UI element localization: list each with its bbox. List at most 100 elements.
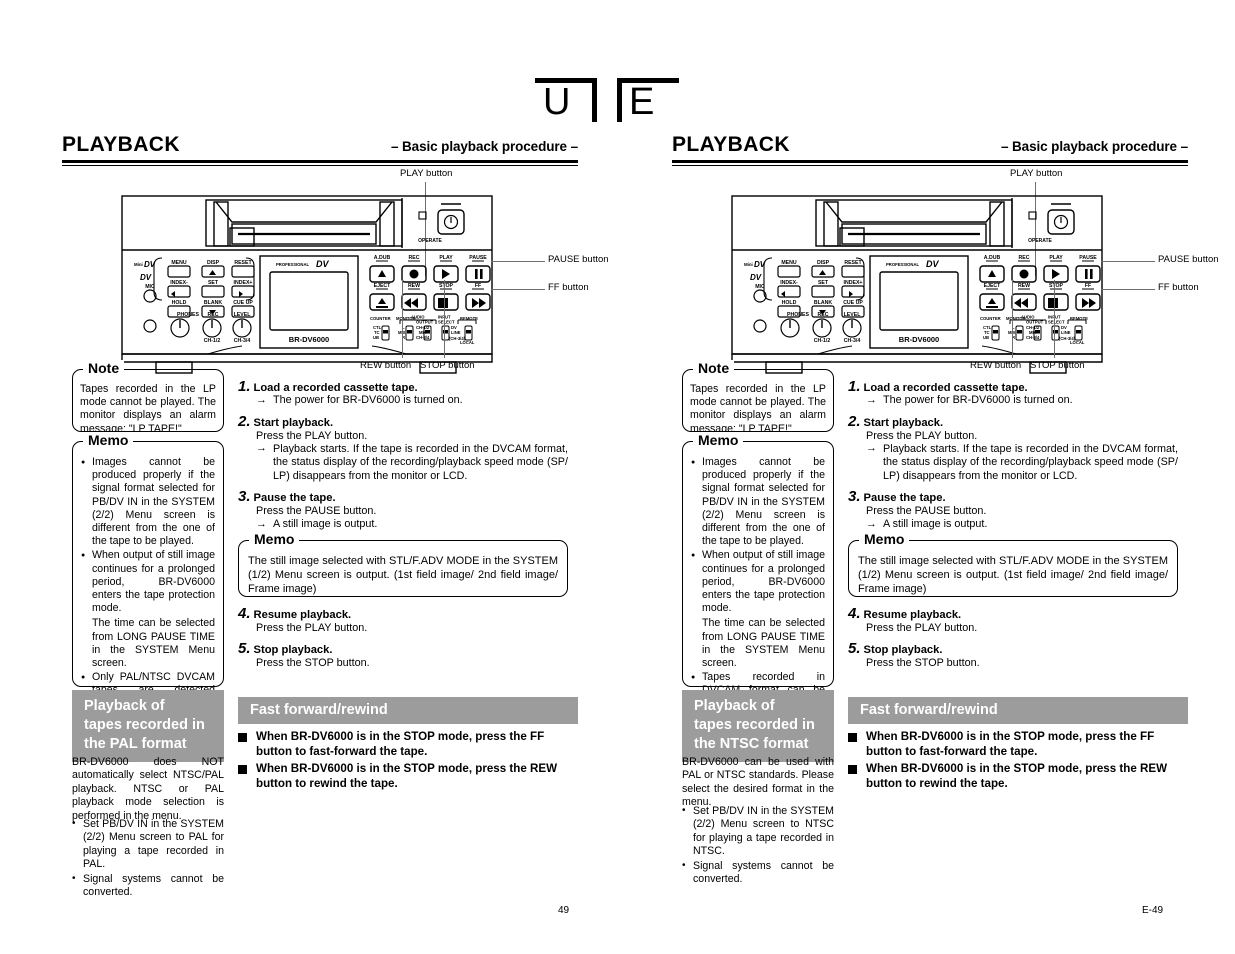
- header-rule-thick: [62, 160, 578, 163]
- svg-text:PAUSE: PAUSE: [469, 255, 487, 261]
- svg-text:SET: SET: [208, 280, 219, 286]
- memo-inline-body: The still image selected with STL/F.ADV …: [858, 554, 1168, 595]
- svg-text:LEVEL: LEVEL: [234, 312, 252, 318]
- step-result: Playback starts. If the tape is recorded…: [866, 442, 1178, 484]
- svg-text:CH-3/4: CH-3/4: [234, 338, 251, 344]
- ff-section-heading: Fast forward/rewind: [238, 697, 578, 724]
- header-rule-thin: [62, 164, 578, 166]
- list-item: When BR-DV6000 is in the STOP mode, pres…: [848, 762, 1188, 791]
- svg-text:INDEX-: INDEX-: [780, 280, 798, 286]
- header-rule-thin: [672, 164, 1188, 166]
- svg-text:REMOTE: REMOTE: [1070, 316, 1088, 321]
- svg-text:DV: DV: [140, 273, 152, 282]
- svg-text:STOP: STOP: [439, 283, 454, 289]
- svg-text:LINE: LINE: [451, 330, 461, 335]
- step-instruction: Press the PLAY button.: [256, 429, 368, 442]
- svg-text:Mini: Mini: [134, 262, 143, 267]
- svg-text:FF: FF: [475, 283, 481, 289]
- svg-text:RESET: RESET: [844, 260, 862, 266]
- svg-text:MENU: MENU: [171, 260, 187, 266]
- leader-line-ff: [1101, 289, 1155, 291]
- note-box: Note Tapes recorded in the LP mode canno…: [72, 360, 224, 435]
- svg-text:BR-DV6000: BR-DV6000: [289, 335, 329, 344]
- svg-text:DISP: DISP: [817, 260, 830, 266]
- svg-text:PHONES: PHONES: [787, 312, 809, 318]
- callout-pause-label: PAUSE button: [1158, 254, 1219, 265]
- page-number: E-49: [1142, 905, 1164, 916]
- svg-text:BR-DV6000: BR-DV6000: [899, 335, 939, 344]
- svg-text:Mini: Mini: [744, 262, 753, 267]
- step-instruction: Press the PLAY button.: [866, 429, 978, 442]
- svg-text:COUNTER: COUNTER: [980, 316, 1001, 321]
- svg-text:CH-1/2: CH-1/2: [814, 338, 831, 344]
- list-item: Images cannot be produced properly if th…: [691, 455, 825, 548]
- memo-inline-box: Memo The still image selected with STL/F…: [238, 530, 568, 597]
- memo-side-list: Images cannot be produced properly if th…: [73, 442, 223, 724]
- step-instruction: Press the PAUSE button.: [866, 505, 987, 518]
- callout-rew-label: REW button: [360, 360, 412, 371]
- svg-text:MIC: MIC: [755, 284, 765, 290]
- callout-stop-label: STOP button: [1030, 360, 1085, 371]
- svg-text:LOCAL: LOCAL: [1070, 340, 1085, 345]
- svg-text:REC: REC: [1019, 255, 1030, 261]
- svg-text:LEVEL: LEVEL: [844, 312, 862, 318]
- step-instruction: Press the STOP button.: [866, 656, 980, 669]
- callout-play-label: PLAY button: [1010, 168, 1063, 179]
- device-illustration: MENU DISP RESET INDEX- SET INDEX+ HOLD BLANK C…: [731, 195, 1103, 374]
- step-title: Start playback.: [253, 416, 334, 429]
- svg-text:SELECT: SELECT: [1048, 320, 1065, 325]
- step-number: 3.: [848, 488, 861, 506]
- step-result: A still image is output.: [256, 518, 568, 532]
- step-number: 1.: [848, 378, 861, 395]
- list-item: When BR-DV6000 is in the STOP mode, pres…: [238, 762, 578, 791]
- svg-text:DV: DV: [144, 260, 156, 269]
- note-body: Tapes recorded in the LP mode cannot be …: [80, 383, 216, 435]
- leader-line-pause: [491, 261, 545, 263]
- note-body: Tapes recorded in the LP mode cannot be …: [690, 383, 826, 435]
- svg-text:DV: DV: [754, 260, 766, 269]
- callout-pause-label: PAUSE button: [548, 254, 609, 265]
- callout-ff-label: FF button: [548, 282, 589, 293]
- svg-text:BLANK: BLANK: [814, 300, 832, 306]
- svg-text:HOLD: HOLD: [782, 300, 797, 306]
- svg-text:REC: REC: [818, 312, 829, 318]
- page-half-left: PLAYBACK – Basic playback procedure – PL…: [62, 0, 662, 954]
- svg-text:MIC: MIC: [145, 284, 155, 290]
- svg-text:DV: DV: [750, 273, 762, 282]
- svg-text:REC: REC: [409, 255, 420, 261]
- page-title: PLAYBACK: [62, 133, 180, 156]
- step-title: Stop playback.: [863, 643, 943, 656]
- svg-text:OPERATE: OPERATE: [1028, 238, 1052, 244]
- ff-section-heading: Fast forward/rewind: [848, 697, 1188, 724]
- svg-text:CH-3/4: CH-3/4: [1026, 335, 1040, 340]
- svg-text:PHONES: PHONES: [177, 312, 199, 318]
- format-section-list: Set PB/DV IN in the SYSTEM (2/2) Menu sc…: [72, 817, 224, 900]
- svg-text:COUNTER: COUNTER: [370, 316, 391, 321]
- step-number: 1.: [238, 378, 251, 395]
- svg-text:PROFESSIONAL: PROFESSIONAL: [276, 262, 309, 267]
- step-number: 4.: [238, 604, 251, 622]
- page-number: 49: [558, 905, 570, 916]
- svg-text:REMOTE: REMOTE: [460, 316, 478, 321]
- step-instruction: Press the STOP button.: [256, 656, 370, 669]
- svg-text:CH-3/4: CH-3/4: [844, 338, 861, 344]
- callout-stop-label: STOP button: [420, 360, 475, 371]
- step-result: The power for BR-DV6000 is turned on.: [866, 394, 1178, 408]
- procedure-steps: 1. Load a recorded cassette tape. The po…: [238, 378, 568, 677]
- svg-text:UB: UB: [373, 335, 379, 340]
- svg-text:CUE UP: CUE UP: [843, 300, 863, 306]
- step-instruction: Press the PLAY button.: [256, 621, 368, 634]
- svg-text:HOLD: HOLD: [172, 300, 187, 306]
- list-item: When BR-DV6000 is in the STOP mode, pres…: [848, 730, 1188, 759]
- device-illustration: MENU DISP RESET INDEX- SET INDEX+ HOLD B…: [121, 195, 493, 374]
- page-header: PLAYBACK – Basic playback procedure –: [672, 133, 1188, 166]
- format-section-paragraph: BR-DV6000 does NOT automatically select …: [72, 756, 224, 822]
- callout-rew-label: REW button: [970, 360, 1022, 371]
- svg-text:UB: UB: [983, 335, 989, 340]
- step-title: Pause the tape.: [863, 492, 946, 505]
- leader-line-stop: [1054, 280, 1056, 358]
- memo-inline-body: The still image selected with STL/F.ADV …: [248, 554, 558, 595]
- leader-line-rew: [402, 280, 404, 358]
- memo-inline-box: Memo The still image selected with STL/F…: [848, 530, 1178, 597]
- svg-text:REC: REC: [208, 312, 219, 318]
